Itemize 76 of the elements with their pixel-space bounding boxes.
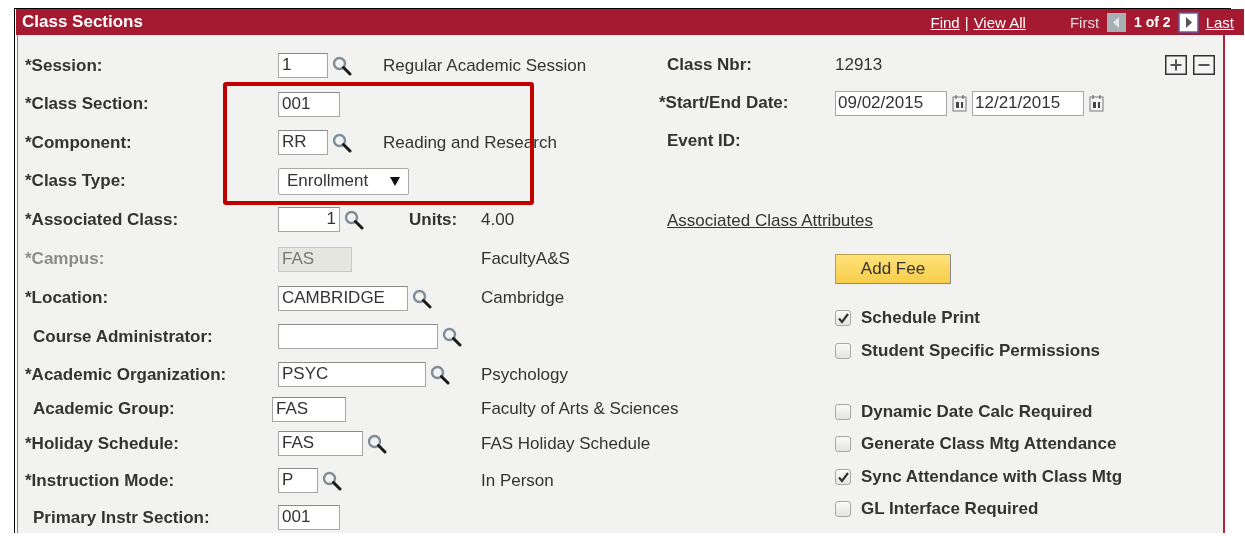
input-field[interactable]: 001 (278, 505, 340, 530)
search-icon[interactable] (366, 433, 387, 454)
calendar-icon[interactable] (1089, 94, 1105, 112)
attributes-link[interactable]: Associated Class Attributes (667, 211, 873, 231)
input-field[interactable]: PSYC (278, 362, 426, 387)
checkbox-label: Schedule Print (861, 308, 981, 328)
field-value: 12913 (835, 55, 883, 75)
search-icon[interactable] (331, 55, 352, 76)
search-icon[interactable] (343, 209, 364, 230)
input-field: FAS (278, 246, 352, 272)
input-field[interactable]: FAS (278, 431, 363, 456)
checkbox-label: Sync Attendance with Class Mtg (861, 467, 1123, 487)
checkbox[interactable] (835, 501, 851, 517)
field-label: *Start/End Date: (659, 93, 790, 113)
field-label: Academic Group: (32, 399, 176, 419)
add-fee-button[interactable]: Add Fee (835, 254, 951, 284)
input-field[interactable]: 1 (278, 207, 340, 232)
field-label: Course Administrator: (32, 326, 214, 347)
field-label: *Session: (25, 55, 104, 76)
field-description: FacultyA&S (481, 249, 570, 269)
checkbox[interactable] (835, 469, 851, 485)
field-label: Event ID: (667, 131, 742, 151)
search-icon[interactable] (331, 132, 352, 153)
input-field[interactable]: FAS (272, 396, 346, 422)
input-field[interactable]: P (278, 468, 318, 493)
date-field[interactable]: 09/02/2015 (835, 90, 947, 116)
checkbox-label: Generate Class Mtg Attendance (861, 434, 1117, 454)
record-position: 1 of 2 (1134, 14, 1171, 30)
checkbox[interactable] (835, 310, 851, 326)
checkbox[interactable] (835, 343, 851, 359)
search-icon[interactable] (441, 326, 462, 347)
field-label: *Instruction Mode: (25, 470, 176, 491)
field-label: Class Nbr: (667, 55, 754, 75)
field-label: *Holiday Schedule: (25, 433, 180, 454)
input-field[interactable]: 1 (278, 53, 328, 78)
input-field[interactable]: 001 (278, 91, 340, 117)
section-title: Class Sections (22, 12, 144, 32)
search-icon[interactable] (429, 364, 450, 385)
add-row-icon[interactable] (1165, 55, 1187, 75)
field-label: *Class Section: (25, 94, 150, 114)
search-icon[interactable] (321, 470, 342, 491)
search-icon[interactable] (411, 287, 432, 309)
field-description: In Person (481, 470, 554, 491)
caret-icon (390, 176, 400, 186)
input-field[interactable] (278, 324, 438, 349)
checkbox-label: Student Specific Permissions (861, 341, 1100, 361)
field-description: Psychology (481, 364, 568, 385)
units-label: Units: (409, 209, 459, 230)
header-link[interactable]: Find (930, 13, 960, 31)
field-description: Faculty of Arts & Sciences (481, 399, 679, 419)
input-field[interactable]: RR (278, 130, 328, 155)
field-label: *Class Type: (25, 171, 127, 191)
field-label: *Campus: (25, 249, 106, 269)
field-description: Cambridge (481, 288, 565, 308)
input-field[interactable]: CAMBRIDGE (278, 285, 408, 311)
field-label: *Academic Organization: (25, 364, 228, 385)
checkbox-label: GL Interface Required (861, 499, 1039, 519)
field-description: Regular Academic Session (383, 55, 587, 76)
field-label: *Associated Class: (25, 209, 180, 230)
field-label: Primary Instr Section: (32, 507, 211, 528)
class-type-dropdown[interactable]: Enrollment (278, 167, 409, 195)
checkbox[interactable] (835, 404, 851, 420)
first-link: First (1069, 13, 1100, 31)
next-icon[interactable] (1177, 11, 1199, 33)
field-label: *Component: (25, 132, 133, 153)
calendar-icon[interactable] (952, 94, 968, 112)
last-link[interactable]: Last (1205, 13, 1234, 31)
checkbox-label: Dynamic Date Calc Required (861, 402, 1093, 422)
field-label: *Location: (25, 288, 110, 308)
units-value: 4.00 (481, 209, 515, 230)
header-link[interactable]: View All (973, 13, 1026, 31)
checkbox[interactable] (835, 436, 851, 452)
field-description: FAS Holiday Schedule (481, 433, 651, 454)
delete-row-icon[interactable] (1193, 55, 1215, 75)
date-field[interactable]: 12/21/2015 (972, 90, 1084, 116)
link-separator: | (964, 13, 969, 31)
